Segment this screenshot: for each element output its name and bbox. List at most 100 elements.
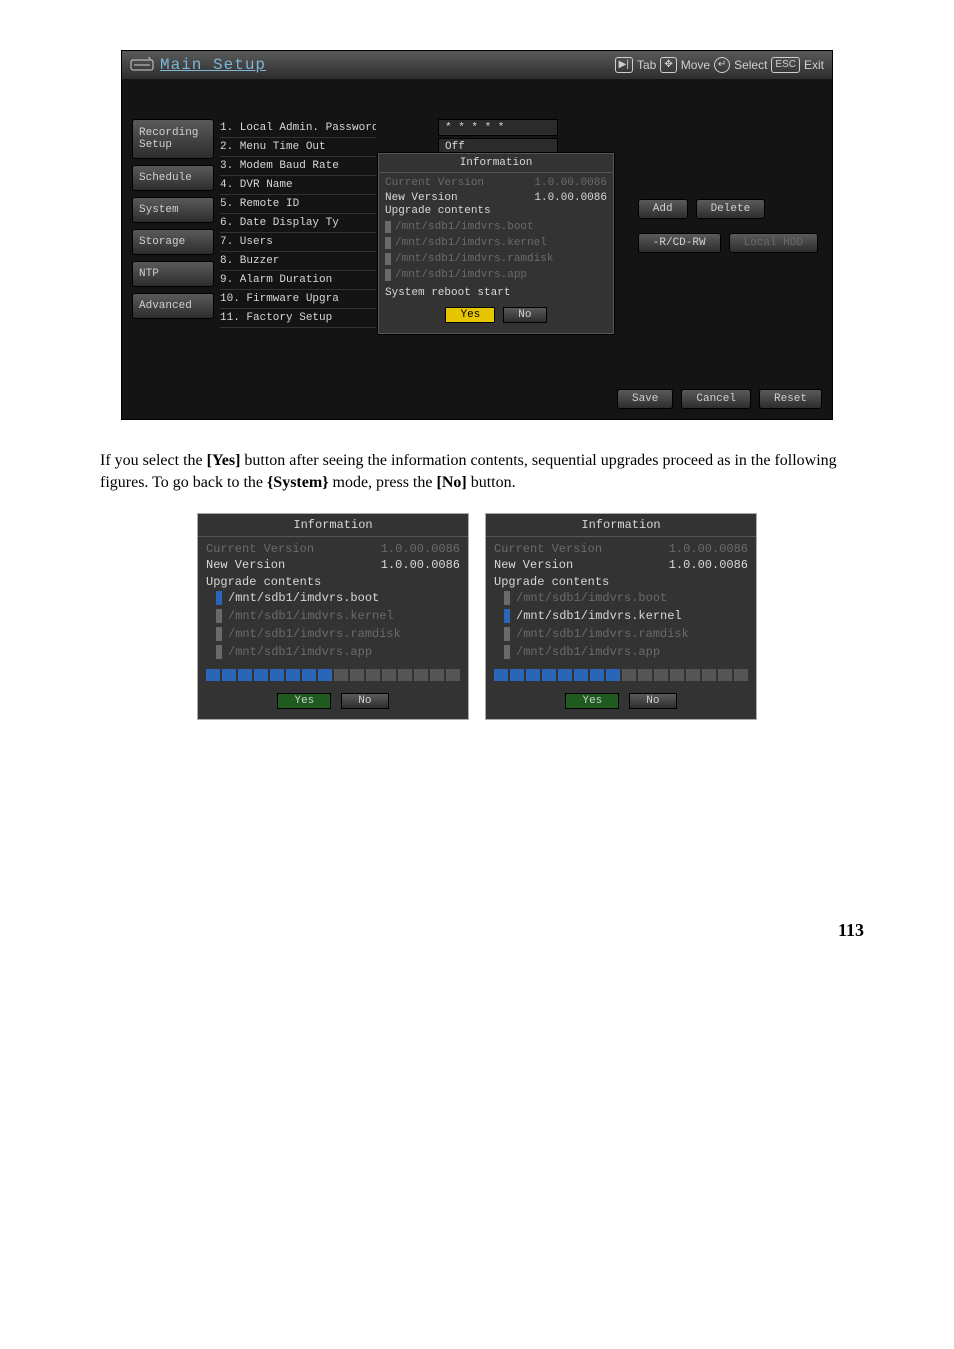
progress-segment bbox=[622, 669, 636, 681]
progress-segment bbox=[398, 669, 412, 681]
progress-segment bbox=[734, 669, 748, 681]
progress-segment bbox=[414, 669, 428, 681]
main-setup-window: Main Setup ▶| Tab ✥ Move ↵ Select ESC Ex… bbox=[121, 50, 833, 420]
progress-mark-icon bbox=[216, 627, 222, 641]
sidebar-item-system[interactable]: System bbox=[132, 197, 214, 223]
list-item[interactable]: 11. Factory Setup bbox=[220, 309, 376, 328]
list-item[interactable]: 1. Local Admin. Password bbox=[220, 119, 376, 138]
delete-button[interactable]: Delete bbox=[696, 199, 766, 219]
hint-exit: Exit bbox=[804, 58, 824, 72]
upgrade-item: /mnt/sdb1/imdvrs.boot bbox=[494, 589, 748, 607]
progress-segment bbox=[206, 669, 220, 681]
save-button[interactable]: Save bbox=[617, 389, 673, 409]
upgrade-item-path: /mnt/sdb1/imdvrs.app bbox=[228, 645, 372, 659]
progress-segment bbox=[366, 669, 380, 681]
progress-segment bbox=[558, 669, 572, 681]
current-version-label: Current Version bbox=[385, 177, 484, 189]
rcdrw-button[interactable]: -R/CD-RW bbox=[638, 233, 721, 253]
new-version-value: 1.0.00.0086 bbox=[534, 192, 607, 204]
current-version-value: 1.0.00.0086 bbox=[534, 177, 607, 189]
cancel-button[interactable]: Cancel bbox=[681, 389, 751, 409]
sidebar-item-recording-setup[interactable]: Recording Setup bbox=[132, 119, 214, 159]
hint-select: Select bbox=[734, 58, 767, 72]
page-number: 113 bbox=[60, 920, 894, 941]
progress-segment bbox=[222, 669, 236, 681]
list-item[interactable]: 8. Buzzer bbox=[220, 252, 376, 271]
progress-mark-icon bbox=[385, 237, 391, 249]
progress-mark-icon bbox=[385, 269, 391, 281]
progress-mark-icon bbox=[216, 645, 222, 659]
progress-segment bbox=[606, 669, 620, 681]
list-item[interactable]: 7. Users bbox=[220, 233, 376, 252]
upgrade-item-path: /mnt/sdb1/imdvrs.ramdisk bbox=[516, 627, 689, 641]
progress-segment bbox=[238, 669, 252, 681]
upgrade-item: /mnt/sdb1/imdvrs.app bbox=[206, 643, 460, 661]
upgrade-item: /mnt/sdb1/imdvrs.ramdisk bbox=[206, 625, 460, 643]
dialog-title: Information bbox=[198, 514, 468, 537]
hint-tab: Tab bbox=[637, 58, 656, 72]
progress-segment bbox=[590, 669, 604, 681]
progress-segment bbox=[718, 669, 732, 681]
upgrade-item-path: /mnt/sdb1/imdvrs.boot bbox=[516, 591, 667, 605]
local-hdd-button[interactable]: Local HDD bbox=[729, 233, 818, 253]
list-item[interactable]: 2. Menu Time Out bbox=[220, 138, 376, 157]
yes-button[interactable]: Yes bbox=[445, 307, 495, 323]
progress-segment bbox=[494, 669, 508, 681]
upgrade-contents-label: Upgrade contents bbox=[385, 205, 607, 217]
progress-mark-icon bbox=[504, 645, 510, 659]
current-version-value: 1.0.00.0086 bbox=[669, 542, 748, 556]
upgrade-item-path: /mnt/sdb1/imdvrs.kernel bbox=[228, 609, 394, 623]
no-button[interactable]: No bbox=[503, 307, 546, 323]
list-item[interactable]: 5. Remote ID bbox=[220, 195, 376, 214]
sidebar-item-advanced[interactable]: Advanced bbox=[132, 293, 214, 319]
progress-segment bbox=[286, 669, 300, 681]
add-button[interactable]: Add bbox=[638, 199, 688, 219]
new-version-label: New Version bbox=[385, 192, 458, 204]
progress-segment bbox=[654, 669, 668, 681]
upgrade-item: /mnt/sdb1/imdvrs.boot bbox=[206, 589, 460, 607]
upgrade-item-path: /mnt/sdb1/imdvrs.app bbox=[516, 645, 660, 659]
upgrade-item: /mnt/sdb1/imdvrs.app bbox=[494, 643, 748, 661]
progress-segment bbox=[526, 669, 540, 681]
progress-segment bbox=[510, 669, 524, 681]
progress-mark-icon bbox=[216, 591, 222, 605]
progress-segment bbox=[350, 669, 364, 681]
sidebar-item-schedule[interactable]: Schedule bbox=[132, 165, 214, 191]
list-item[interactable]: 6. Date Display Ty bbox=[220, 214, 376, 233]
progress-segment bbox=[446, 669, 460, 681]
dialog-title: Information bbox=[379, 154, 613, 173]
yes-button[interactable]: Yes bbox=[277, 693, 331, 709]
upgrade-item: /mnt/sdb1/imdvrs.kernel bbox=[395, 237, 547, 249]
upgrade-item: /mnt/sdb1/imdvrs.ramdisk bbox=[395, 253, 553, 265]
list-item[interactable]: 4. DVR Name bbox=[220, 176, 376, 195]
progress-mark-icon bbox=[216, 609, 222, 623]
new-version-label: New Version bbox=[494, 558, 573, 572]
progress-mark-icon bbox=[504, 627, 510, 641]
current-version-label: Current Version bbox=[494, 542, 602, 556]
no-button[interactable]: No bbox=[341, 693, 388, 709]
progress-bar bbox=[494, 669, 748, 681]
progress-segment bbox=[430, 669, 444, 681]
progress-mark-icon bbox=[504, 591, 510, 605]
new-version-value: 1.0.00.0086 bbox=[669, 558, 748, 572]
sidebar-item-storage[interactable]: Storage bbox=[132, 229, 214, 255]
password-field[interactable]: * * * * * bbox=[438, 119, 558, 136]
main-setup-title: Main Setup bbox=[160, 56, 266, 74]
list-item[interactable]: 3. Modem Baud Rate bbox=[220, 157, 376, 176]
sidebar-item-ntp[interactable]: NTP bbox=[132, 261, 214, 287]
reset-button[interactable]: Reset bbox=[759, 389, 822, 409]
list-item[interactable]: 10. Firmware Upgra bbox=[220, 290, 376, 309]
info-dialog-boot: Information Current Version 1.0.00.0086 N… bbox=[197, 513, 469, 720]
yes-button[interactable]: Yes bbox=[565, 693, 619, 709]
upgrade-item: /mnt/sdb1/imdvrs.kernel bbox=[206, 607, 460, 625]
progress-segment bbox=[302, 669, 316, 681]
upgrade-item-path: /mnt/sdb1/imdvrs.ramdisk bbox=[228, 627, 401, 641]
main-setup-header: Main Setup ▶| Tab ✥ Move ↵ Select ESC Ex… bbox=[122, 51, 832, 79]
list-item[interactable]: 9. Alarm Duration bbox=[220, 271, 376, 290]
new-version-value: 1.0.00.0086 bbox=[381, 558, 460, 572]
no-button[interactable]: No bbox=[629, 693, 676, 709]
new-version-label: New Version bbox=[206, 558, 285, 572]
current-version-label: Current Version bbox=[206, 542, 314, 556]
upgrade-contents-label: Upgrade contents bbox=[494, 575, 748, 589]
upgrade-item-path: /mnt/sdb1/imdvrs.boot bbox=[228, 591, 379, 605]
